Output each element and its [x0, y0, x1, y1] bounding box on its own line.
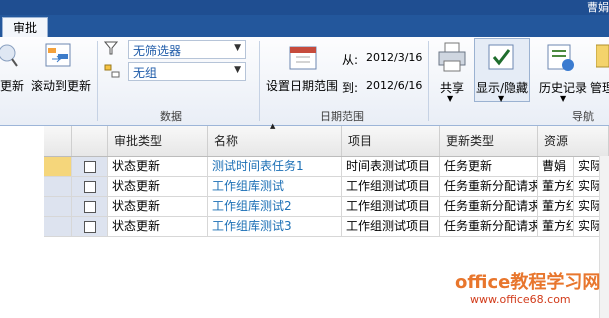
approval-type-cell: 状态更新 — [108, 177, 208, 196]
resource-cell: 董方红 — [538, 177, 574, 196]
scroll-to-update-button[interactable]: 滚动到更新 — [31, 77, 91, 94]
project-cell: 工作组测试项目 — [342, 217, 440, 236]
navigation-group-label: 导航 — [572, 110, 594, 123]
table-row[interactable]: 状态更新 工作组库测试3 工作组测试项目 任务重新分配请求 董方红 实际 — [44, 217, 609, 237]
calendar-icon — [289, 46, 317, 70]
project-cell: 工作组测试项目 — [342, 177, 440, 196]
column-header-approval-type[interactable]: 审批类型 — [108, 126, 208, 156]
task-name-link[interactable]: 测试时间表任务1 — [208, 157, 342, 176]
row-checkbox-cell — [72, 177, 108, 196]
filter-select[interactable]: 无筛选器 ▼ — [128, 40, 246, 59]
manage-button[interactable]: 管理 — [590, 79, 609, 96]
task-name-link[interactable]: 工作组库测试 — [208, 177, 342, 196]
group-icon — [104, 64, 120, 78]
task-name-link[interactable]: 工作组库测试2 — [208, 197, 342, 216]
row-checkbox[interactable] — [84, 161, 96, 173]
row-selector[interactable] — [44, 217, 72, 236]
row-checkbox-cell — [72, 197, 108, 216]
history-icon — [547, 44, 574, 71]
filter-icon — [104, 41, 118, 55]
title-bar: 曹娟 — [0, 0, 609, 15]
chevron-down-icon: ▼ — [234, 65, 241, 75]
approval-type-cell: 状态更新 — [108, 157, 208, 176]
separator — [259, 41, 260, 121]
sort-ascending-icon: ▲ — [270, 122, 276, 130]
update-type-cell: 任务重新分配请求 — [440, 217, 538, 236]
tab-approvals[interactable]: 审批 — [2, 17, 48, 38]
checkbox-icon — [488, 44, 514, 70]
approval-type-cell: 状态更新 — [108, 217, 208, 236]
task-name-link[interactable]: 工作组库测试3 — [208, 217, 342, 236]
grid-header: 审批类型 名称 ▲ 项目 更新类型 资源 — [44, 122, 609, 157]
watermark-title: office教程学习网 — [455, 272, 601, 293]
filter-select-value: 无筛选器 — [133, 44, 182, 58]
row-selector[interactable] — [44, 177, 72, 196]
resource-cell: 董方红 — [538, 217, 574, 236]
ribbon: 更新 滚动到更新 无筛选器 ▼ 无组 ▼ 数据 设置日期范围 从: 2012/3… — [0, 37, 609, 126]
resource-cell: 曹娟 — [538, 157, 574, 176]
from-date: 2012/3/16 — [366, 51, 423, 64]
project-cell: 工作组测试项目 — [342, 197, 440, 216]
set-date-range-button[interactable]: 设置日期范围 — [266, 77, 338, 94]
scroll-to-update-icon — [45, 43, 71, 67]
row-checkbox[interactable] — [84, 221, 96, 233]
table-row[interactable]: 状态更新 工作组库测试2 工作组测试项目 任务重新分配请求 董方红 实际 — [44, 197, 609, 217]
data-group-label: 数据 — [160, 110, 182, 123]
ribbon-tab-row: 审批 — [0, 15, 609, 38]
resource-cell: 董方红 — [538, 197, 574, 216]
watermark-url: www.office68.com — [470, 293, 571, 306]
group-select[interactable]: 无组 ▼ — [128, 62, 246, 81]
chevron-down-icon: ▼ — [234, 43, 241, 53]
chevron-down-icon: ▼ — [560, 94, 567, 103]
approval-type-cell: 状态更新 — [108, 197, 208, 216]
column-header-project[interactable]: 项目 — [342, 126, 440, 156]
column-header-resource[interactable]: 资源 — [538, 126, 609, 156]
update-type-cell: 任务更新 — [440, 157, 538, 176]
table-row[interactable]: 状态更新 工作组库测试 工作组测试项目 任务重新分配请求 董方红 实际 — [44, 177, 609, 197]
table-row[interactable]: 状态更新 测试时间表任务1 时间表测试项目 任务更新 曹娟 实际 — [44, 157, 609, 177]
group-select-value: 无组 — [133, 66, 158, 80]
row-selector[interactable] — [44, 157, 72, 176]
project-cell: 时间表测试项目 — [342, 157, 440, 176]
separator — [97, 41, 98, 121]
to-date: 2012/6/16 — [366, 79, 423, 92]
chevron-down-icon: ▼ — [498, 94, 505, 103]
user-name: 曹娟 — [587, 1, 609, 14]
date-range-group-label: 日期范围 — [320, 110, 364, 123]
checkbox-column-header — [72, 126, 108, 156]
separator — [428, 41, 429, 121]
update-type-cell: 任务重新分配请求 — [440, 177, 538, 196]
row-checkbox[interactable] — [84, 201, 96, 213]
row-checkbox-cell — [72, 217, 108, 236]
update-button[interactable]: 更新 — [0, 77, 24, 94]
from-label: 从: — [342, 53, 359, 67]
chevron-down-icon: ▼ — [447, 94, 454, 103]
update-icon — [0, 44, 18, 67]
left-panel — [0, 126, 45, 318]
to-label: 到: — [342, 81, 359, 95]
row-checkbox-cell — [72, 157, 108, 176]
column-header-update-type[interactable]: 更新类型 — [440, 126, 538, 156]
row-selector[interactable] — [44, 197, 72, 216]
row-checkbox[interactable] — [84, 181, 96, 193]
select-all-header[interactable] — [44, 126, 72, 156]
vertical-scrollbar[interactable] — [599, 156, 609, 318]
update-type-cell: 任务重新分配请求 — [440, 197, 538, 216]
manage-icon — [596, 44, 609, 68]
printer-icon — [438, 42, 466, 72]
